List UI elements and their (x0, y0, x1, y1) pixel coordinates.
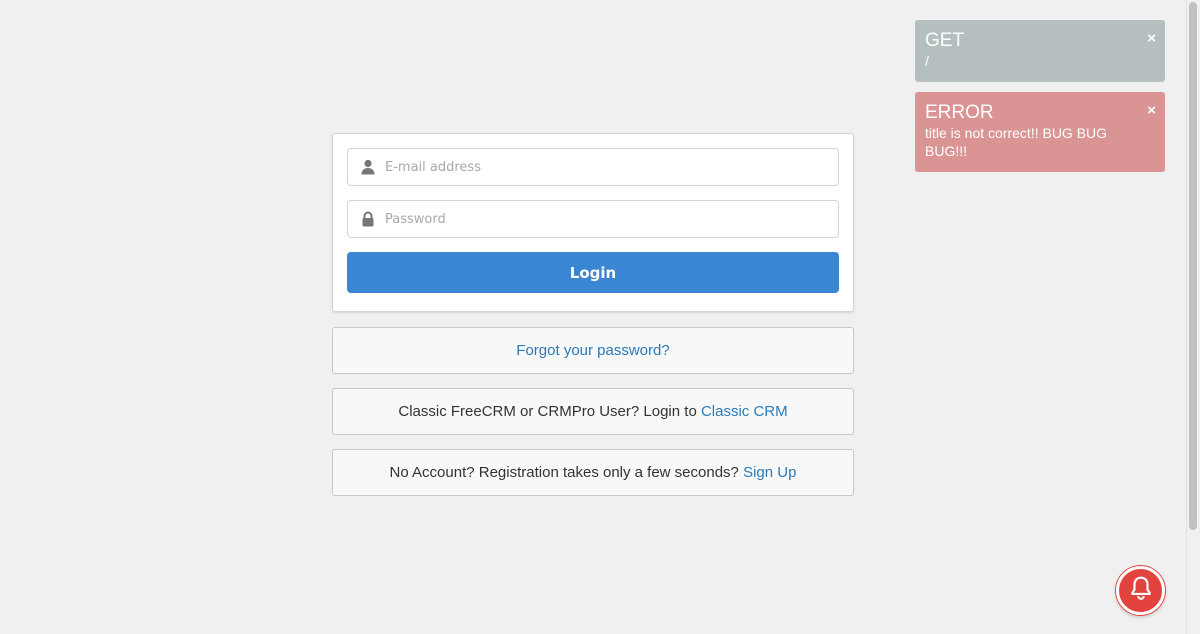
close-icon[interactable]: × (1147, 103, 1156, 119)
toast-message: / (925, 53, 929, 69)
close-icon[interactable]: × (1147, 31, 1156, 47)
signup-box: No Account? Registration takes only a fe… (332, 449, 854, 496)
toast-title: GET (925, 30, 965, 51)
password-field[interactable] (347, 200, 839, 238)
user-icon (360, 159, 376, 175)
password-input[interactable] (385, 201, 825, 237)
toast-error: ERROR title is not correct!! BUG BUG BUG… (915, 92, 1165, 172)
notification-button[interactable] (1116, 566, 1165, 615)
scrollbar[interactable] (1186, 0, 1200, 634)
toast-message: title is not correct!! BUG BUG BUG!!! (925, 125, 1108, 159)
login-form: Login (332, 133, 854, 312)
scrollbar-thumb[interactable] (1189, 2, 1197, 530)
email-input[interactable] (385, 149, 825, 185)
bell-icon (1128, 575, 1154, 606)
signup-text: No Account? Registration takes only a fe… (389, 464, 744, 481)
signup-link[interactable]: Sign Up (743, 464, 796, 481)
forgot-password-link[interactable]: Forgot your password? (516, 342, 669, 359)
email-field[interactable] (347, 148, 839, 186)
classic-crm-box: Classic FreeCRM or CRMPro User? Login to… (332, 388, 854, 435)
classic-crm-text: Classic FreeCRM or CRMPro User? Login to (398, 403, 701, 420)
classic-crm-link[interactable]: Classic CRM (701, 403, 788, 420)
forgot-password-box: Forgot your password? (332, 327, 854, 374)
lock-icon (360, 211, 376, 227)
login-button[interactable]: Login (347, 252, 839, 293)
toast-get: GET / × (915, 20, 1165, 82)
toast-title: ERROR (925, 102, 994, 123)
